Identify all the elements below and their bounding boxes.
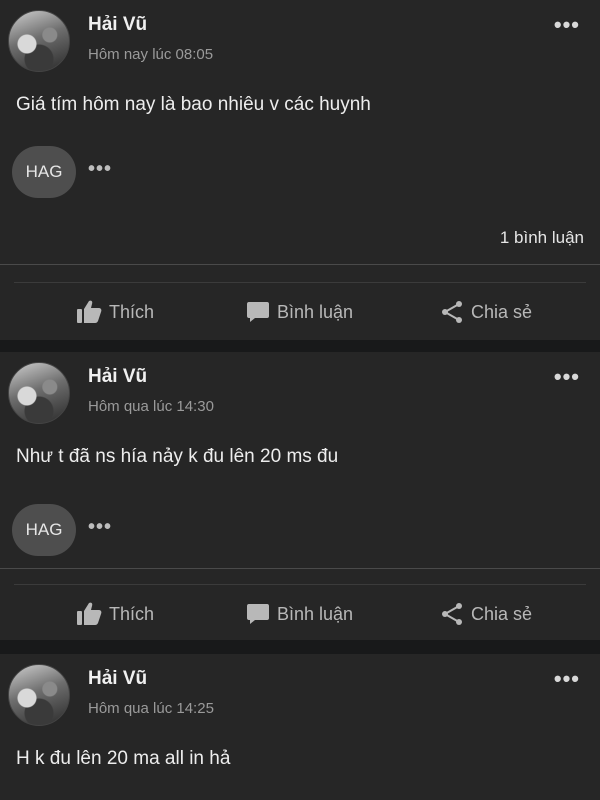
post-card: Hải Vũ Hôm qua lúc 14:25 ••• H k đu lên … [0,654,600,800]
tag-more-icon[interactable]: ••• [88,158,112,181]
author-name[interactable]: Hải Vũ [88,366,147,388]
author-avatar[interactable] [8,664,70,726]
thumbs-up-icon [76,602,102,626]
share-icon [440,602,464,626]
comment-button[interactable]: Bình luận [246,292,353,332]
more-options-icon[interactable]: ••• [554,364,580,390]
post-text: Giá tím hôm nay là bao nhiêu v các huynh [16,94,371,115]
post-timestamp[interactable]: Hôm nay lúc 08:05 [88,46,213,63]
thumbs-up-icon [76,300,102,324]
divider [0,568,600,569]
post-text: Như t đã ns hía nảy k đu lên 20 ms đu [16,446,339,467]
divider [0,264,600,265]
post-actions: Thích Bình luận Chia sẻ [0,594,600,634]
share-button[interactable]: Chia sẻ [440,594,532,634]
stock-tag-button[interactable]: HAG [12,146,76,198]
comment-count[interactable]: 1 bình luận [500,228,584,248]
post-timestamp[interactable]: Hôm qua lúc 14:30 [88,398,214,415]
post-card: Hải Vũ Hôm qua lúc 14:30 ••• Như t đã ns… [0,352,600,640]
comment-button[interactable]: Bình luận [246,594,353,634]
comment-label: Bình luận [277,603,354,624]
share-label: Chia sẻ [471,301,533,322]
comment-label: Bình luận [277,301,354,322]
post-text: H k đu lên 20 ma all in hả [16,748,231,769]
post-timestamp[interactable]: Hôm qua lúc 14:25 [88,700,214,717]
like-button[interactable]: Thích [76,292,154,332]
post-card: Hải Vũ Hôm nay lúc 08:05 ••• Giá tím hôm… [0,0,600,340]
like-label: Thích [109,603,155,624]
more-options-icon[interactable]: ••• [554,666,580,692]
share-button[interactable]: Chia sẻ [440,292,532,332]
stock-tag-button[interactable]: HAG [12,504,76,556]
author-avatar[interactable] [8,362,70,424]
author-avatar[interactable] [8,10,70,72]
divider [14,282,586,283]
more-options-icon[interactable]: ••• [554,12,580,38]
post-actions: Thích Bình luận Chia sẻ [0,292,600,332]
author-name[interactable]: Hải Vũ [88,14,147,36]
divider [14,584,586,585]
speech-bubble-icon [246,602,270,626]
tag-more-icon[interactable]: ••• [88,516,112,539]
share-icon [440,300,464,324]
author-name[interactable]: Hải Vũ [88,668,147,690]
share-label: Chia sẻ [471,603,533,624]
speech-bubble-icon [246,300,270,324]
like-label: Thích [109,301,155,322]
like-button[interactable]: Thích [76,594,154,634]
